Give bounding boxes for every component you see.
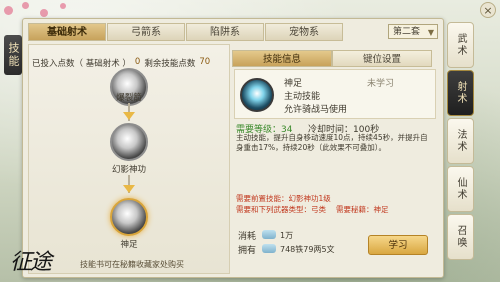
consume-label: 消耗 <box>238 232 257 242</box>
own-label: 拥有 <box>238 246 257 256</box>
prereq-book-label: 需要秘籍： <box>336 205 374 214</box>
skill-status: 未学习 <box>367 79 395 89</box>
points-row: 已投入点数（ 基础射术 ） 0 剩余技能点数 70 <box>32 57 210 69</box>
preset-dropdown[interactable]: 第二套 ▼ <box>388 24 438 39</box>
info-subtabs: 技能信息 键位设置 <box>232 50 432 67</box>
points-remaining-label: 剩余技能点数 <box>144 59 196 69</box>
skill-side-tab[interactable]: 技能 <box>4 35 22 75</box>
close-button[interactable]: × <box>480 2 496 18</box>
prereq-weapon-value: 弓类 <box>311 205 326 214</box>
tab-pet[interactable]: 宠物系 <box>265 23 343 41</box>
silver-icon <box>262 230 276 239</box>
prereq-skill: 需要前置技能：幻影神功1级 <box>236 193 331 204</box>
silver-icon <box>262 244 276 253</box>
skill-book-note: 技能书可在秘籍收藏家处购买 <box>80 260 184 269</box>
own-value: 748铁79两5文 <box>280 245 335 254</box>
blossom-decoration <box>22 2 29 9</box>
blossom-decoration <box>60 3 66 9</box>
points-remaining-value: 70 <box>199 57 211 67</box>
prereq-weapon: 需要和下列武器类型：弓类 <box>236 204 326 215</box>
consume-value: 1万 <box>280 231 294 240</box>
skill-name: 神足 <box>284 79 303 89</box>
category-tabs: 基础射术 弓箭系 陷阱系 宠物系 <box>28 23 344 41</box>
tab-key-binding[interactable]: 键位设置 <box>332 50 432 67</box>
skill-use: 允许骑战马使用 <box>284 105 348 115</box>
preset-selected: 第二套 <box>393 27 421 37</box>
prereq-book: 需要秘籍：神足 <box>336 204 389 215</box>
menu-archery[interactable]: 射术 <box>447 70 474 116</box>
game-logo: 征途 <box>10 250 52 275</box>
tab-trap[interactable]: 陷阱系 <box>186 23 264 41</box>
skill-node-divine-foot[interactable] <box>110 198 148 236</box>
divine-foot-skill-icon <box>240 78 274 112</box>
blossom-decoration <box>40 9 48 17</box>
skill-node-label: 神足 <box>120 240 138 250</box>
skill-description: 主动技能，提升自身移动速度10点，持续45秒，并提升自身重击17%，持续20秒（… <box>236 133 428 152</box>
menu-summon[interactable]: 召唤 <box>447 214 474 260</box>
skill-type: 主动技能 <box>284 92 321 102</box>
tab-basic-archery[interactable]: 基础射术 <box>28 23 106 41</box>
tab-bow[interactable]: 弓箭系 <box>107 23 185 41</box>
menu-magic[interactable]: 法术 <box>447 118 474 164</box>
prereq-weapon-label: 需要和下列武器类型： <box>236 205 311 214</box>
learn-button[interactable]: 学习 <box>368 235 428 255</box>
down-arrow-icon <box>123 112 135 120</box>
prereq-skill-label: 需要前置技能： <box>236 194 289 203</box>
blossom-decoration <box>4 6 13 15</box>
skill-node-label: 幻影神功 <box>111 165 146 175</box>
menu-martial[interactable]: 武术 <box>447 22 474 68</box>
down-arrow-icon <box>123 185 135 193</box>
points-spent-value: 0 <box>134 57 141 67</box>
skill-node-phantom[interactable] <box>110 123 148 161</box>
menu-immortal[interactable]: 仙术 <box>447 166 474 212</box>
skill-node-label: 爆裂箭 <box>116 93 142 103</box>
chevron-down-icon: ▼ <box>427 28 434 37</box>
prereq-skill-value: 幻影神功1级 <box>288 194 331 203</box>
points-spent-label: 已投入点数（ 基础射术 ） <box>32 59 131 69</box>
tab-skill-info[interactable]: 技能信息 <box>232 50 332 67</box>
prereq-book-value: 神足 <box>373 205 389 214</box>
